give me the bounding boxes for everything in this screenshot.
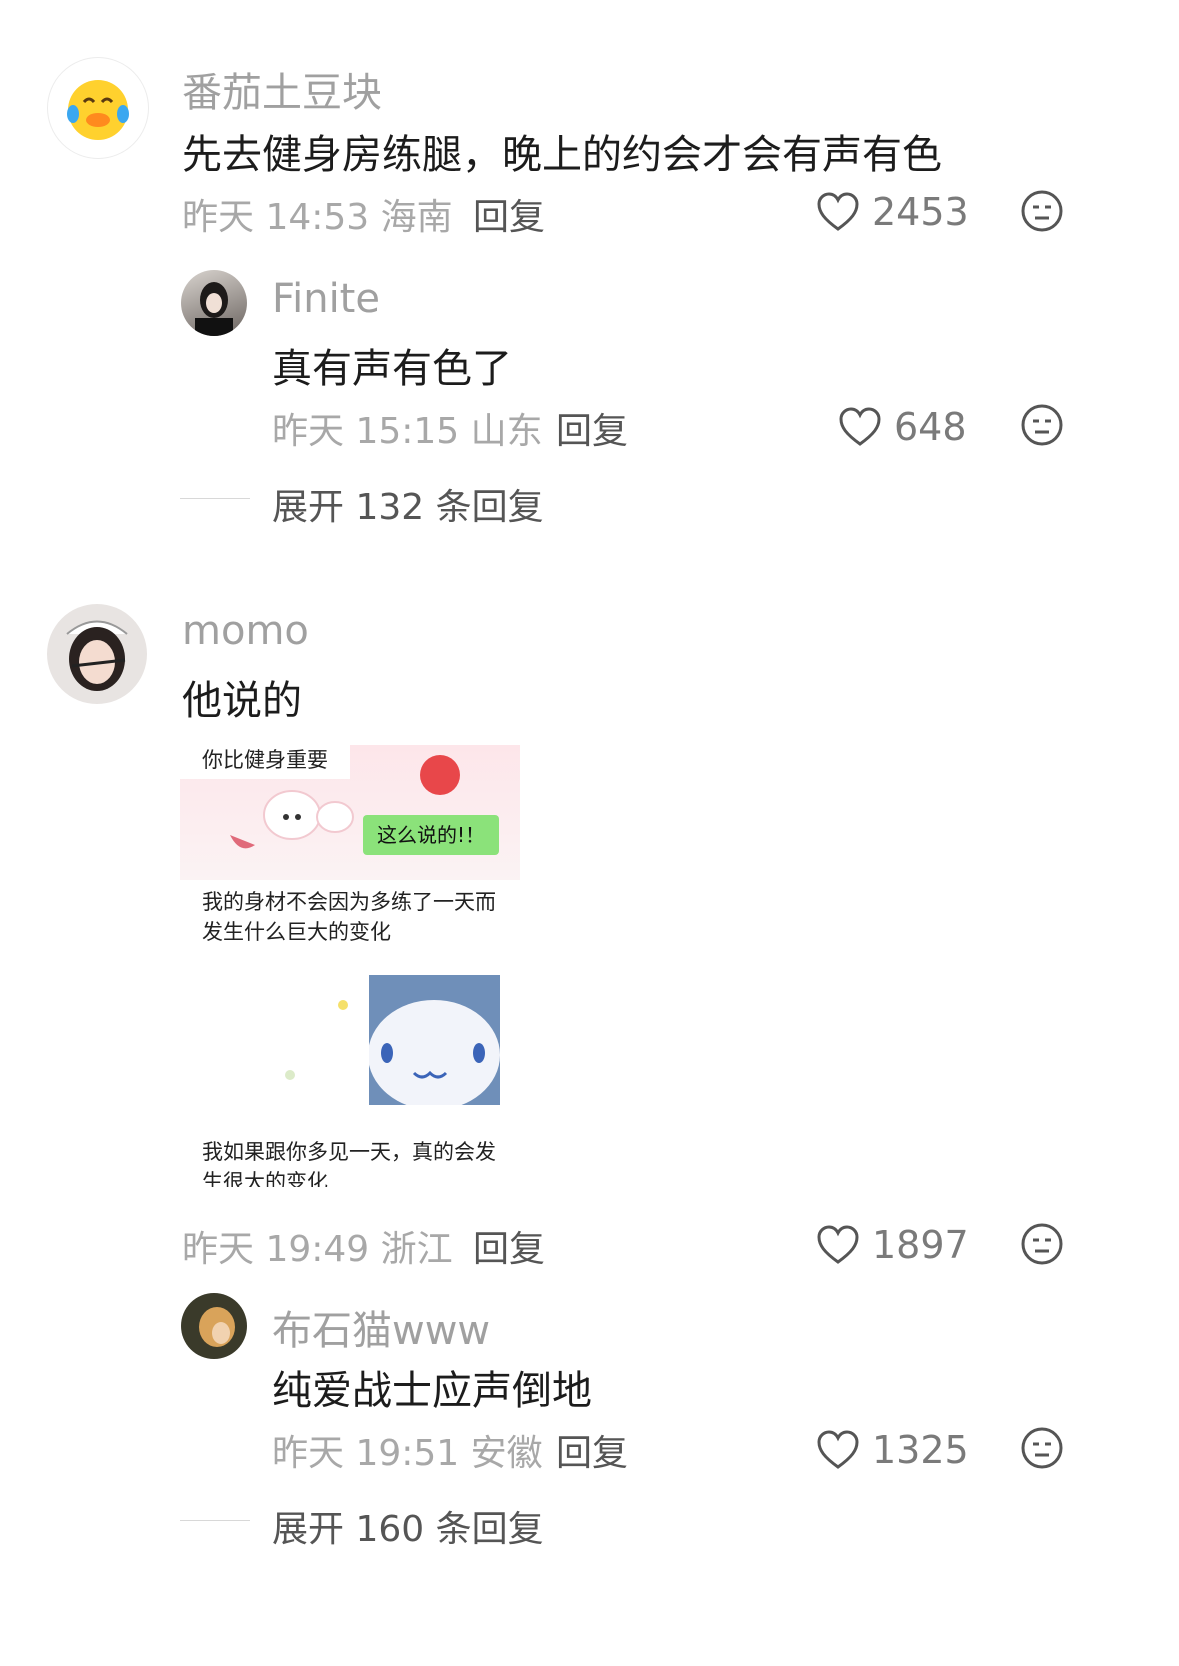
reply-button[interactable]: 回复 <box>473 188 545 240</box>
sticker-cinnamoroll <box>368 975 500 1110</box>
chat-bubble: 这么说的!！ <box>363 815 500 855</box>
reply-text: 纯爱战士应声倒地 <box>272 1368 592 1414</box>
dislike-button[interactable] <box>1020 189 1064 237</box>
avatar-finite[interactable] <box>181 270 247 336</box>
like-count: 1897 <box>872 1223 969 1267</box>
reply-meta: 昨天 15:15 山东 <box>272 411 543 452</box>
meh-face-icon <box>1021 190 1063 232</box>
comment-text: 他说的 <box>182 678 302 724</box>
meh-face-icon <box>1021 404 1063 446</box>
divider-line <box>180 1520 250 1521</box>
reply-button[interactable]: 回复 <box>473 1220 545 1272</box>
like-count: 2453 <box>872 190 969 234</box>
comment-username[interactable]: momo <box>182 608 309 654</box>
heart-outline-icon <box>817 192 859 231</box>
reply-button[interactable]: 回复 <box>556 1424 628 1476</box>
dislike-button[interactable] <box>1020 1222 1064 1270</box>
sticker-caption: 我如果跟你多见一天，真的会发生很大的变化 <box>202 1140 496 1187</box>
decor-dot <box>338 1000 348 1010</box>
sticker-caption: 我的身材不会因为多练了一天而发生什么巨大的变化 <box>202 890 496 944</box>
cinnamoroll-face-icon <box>368 1000 500 1110</box>
comment-username[interactable]: 番茄土豆块 <box>182 60 382 118</box>
meh-face-icon <box>1021 1223 1063 1265</box>
avatar-momo[interactable] <box>47 604 147 704</box>
like-button[interactable]: 1897 <box>816 1223 969 1267</box>
like-button[interactable]: 2453 <box>816 190 969 234</box>
like-button[interactable]: 1325 <box>816 1428 969 1472</box>
user-photo-icon <box>195 282 233 336</box>
expand-replies-button[interactable]: 展开 132 条回复 <box>272 478 544 530</box>
reply-button[interactable]: 回复 <box>556 402 628 454</box>
heart-outline-icon <box>817 1225 859 1264</box>
expand-replies-button[interactable]: 展开 160 条回复 <box>272 1500 544 1552</box>
meh-face-icon <box>1021 1427 1063 1469</box>
reply-username[interactable]: 布石猫www <box>272 1298 490 1356</box>
heart-outline-icon <box>817 1430 859 1469</box>
avatar-bushimao[interactable] <box>181 1293 247 1359</box>
user-photo-icon <box>66 620 128 691</box>
divider-line <box>180 498 250 499</box>
user-photo-icon <box>199 1307 235 1347</box>
dislike-button[interactable] <box>1020 403 1064 451</box>
sticker-image[interactable]: 你比健身重要 这么说的!！ 我的身材不会因为多练了一天而发生什么巨大的变化 我如… <box>180 745 520 1187</box>
like-button[interactable]: 648 <box>838 405 967 449</box>
decor-dot <box>285 1070 295 1080</box>
reply-username[interactable]: Finite <box>272 276 380 322</box>
comment-text: 先去健身房练腿，晚上的约会才会有声有色 <box>182 132 942 178</box>
reply-text: 真有声有色了 <box>272 346 512 392</box>
dislike-button[interactable] <box>1020 1426 1064 1474</box>
like-count: 648 <box>894 405 967 449</box>
comment-meta: 昨天 19:49 浙江 <box>182 1229 453 1270</box>
reply-meta: 昨天 19:51 安徽 <box>272 1433 543 1474</box>
like-count: 1325 <box>872 1428 969 1472</box>
avatar-duck[interactable] <box>47 57 149 159</box>
heart-outline-icon <box>839 407 881 446</box>
sticker-top-caption: 你比健身重要 <box>180 745 350 779</box>
crying-laughing-emoji-icon <box>67 80 129 140</box>
comment-meta: 昨天 14:53 海南 <box>182 197 453 238</box>
